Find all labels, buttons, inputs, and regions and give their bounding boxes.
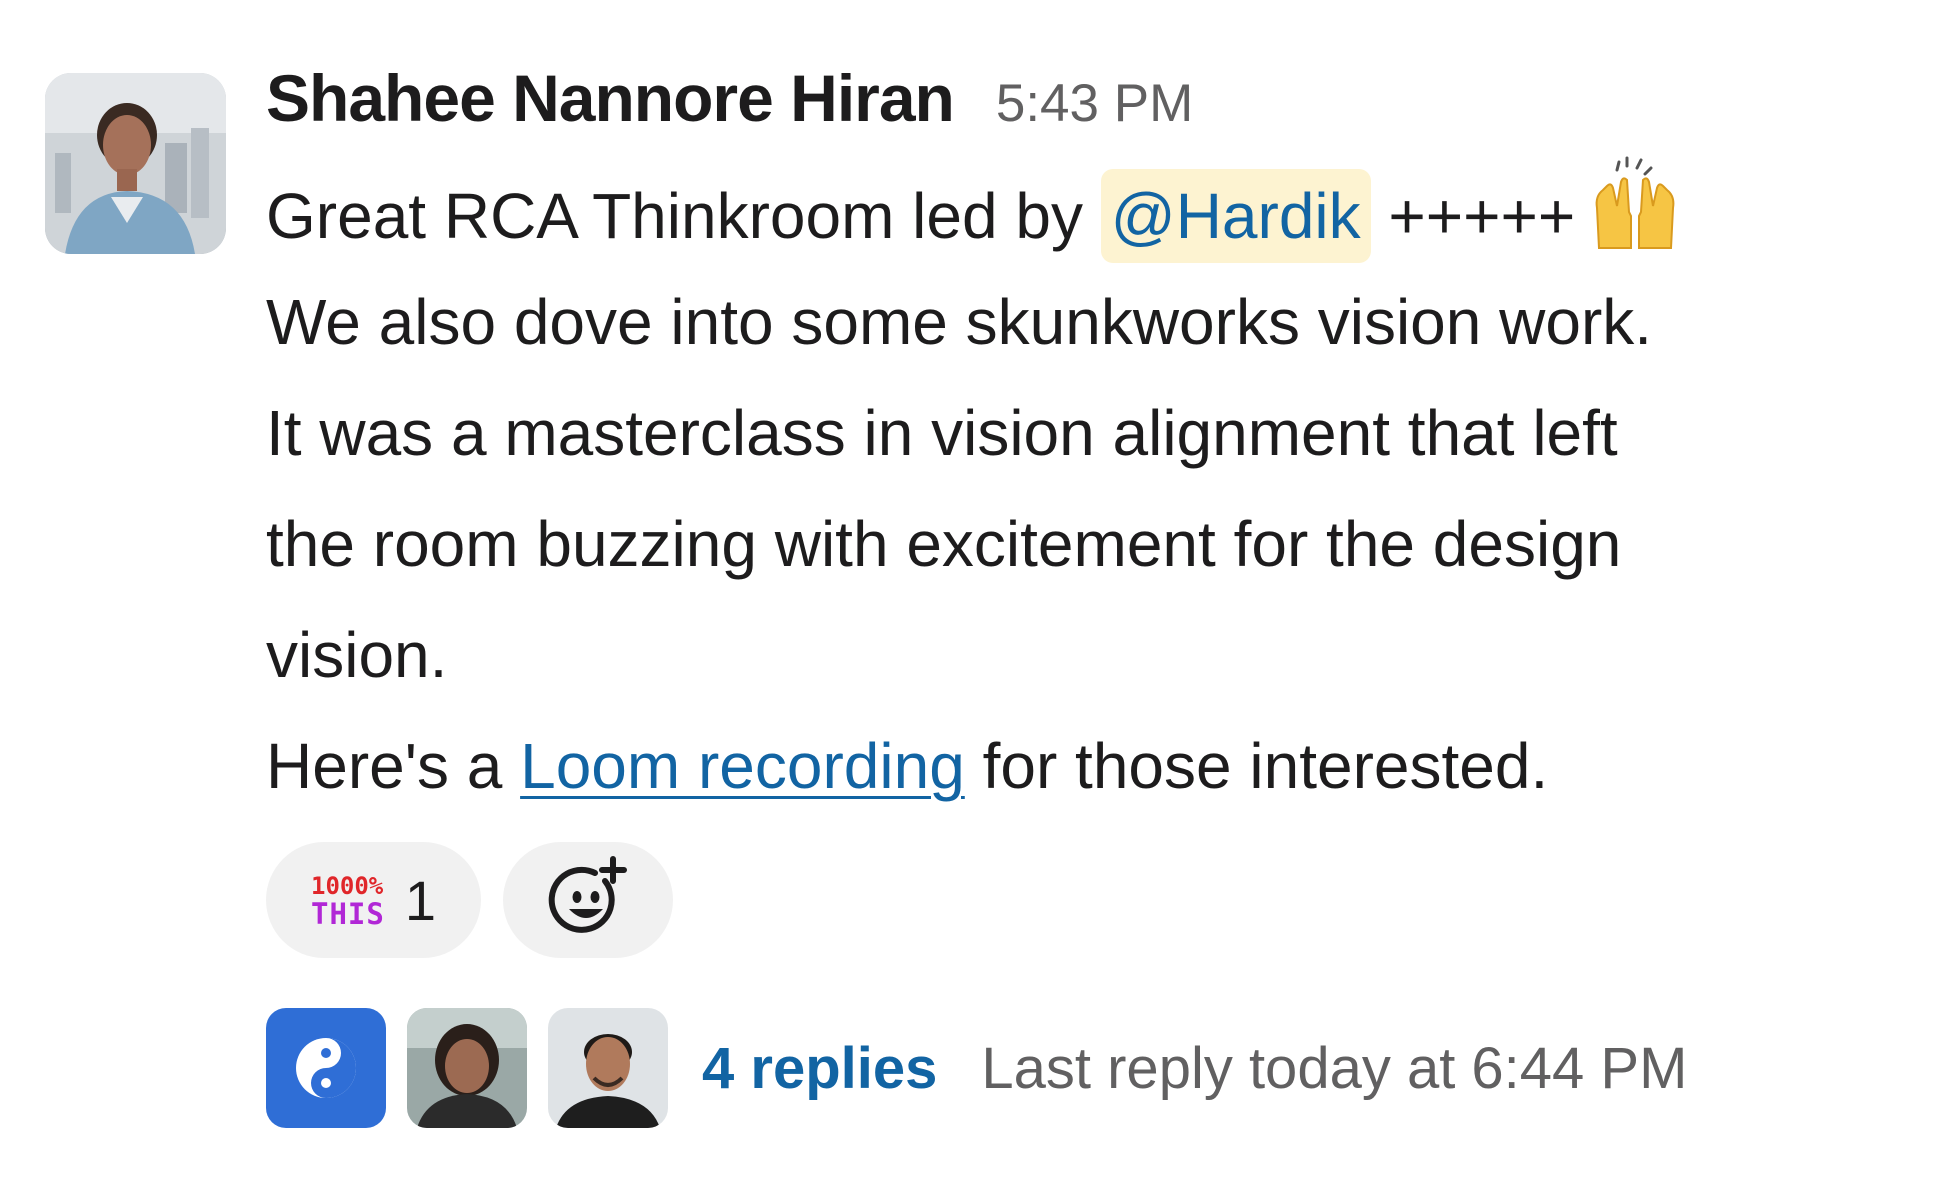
add-reaction-button[interactable]	[503, 842, 673, 958]
message-line-1: Great RCA Thinkroom led by @Hardik +++++	[266, 156, 1926, 267]
message-content: Shahee Nannore Hiran 5:43 PM Great RCA T…	[266, 60, 1926, 1128]
line-1-tail: +++++	[1370, 180, 1576, 252]
line-6-text: Here's a	[266, 730, 521, 802]
message-line-5: vision.	[266, 619, 448, 691]
last-reply-text: Last reply today at 6:44 PM	[981, 1035, 1688, 1101]
loom-recording-link[interactable]: Loom recording	[520, 730, 965, 802]
add-reaction-icon	[543, 853, 633, 948]
reactions-bar: 1000% THIS 1	[266, 840, 1926, 960]
message-body: Great RCA Thinkroom led by @Hardik +++++…	[266, 156, 1926, 822]
thread-summary[interactable]: 4 replies Last reply today at 6:44 PM	[266, 1008, 1926, 1128]
message-line-6: Here's a Loom recording for those intere…	[266, 711, 1926, 822]
this-emoji-top: 1000%	[311, 872, 384, 900]
replies-link[interactable]: 4 replies	[702, 1035, 937, 1102]
message-timestamp[interactable]: 5:43 PM	[996, 73, 1193, 134]
reply-avatar-2	[407, 1008, 527, 1128]
user-mention[interactable]: @Hardik	[1100, 169, 1371, 263]
reaction-1000-this[interactable]: 1000% THIS 1	[266, 842, 481, 958]
reply-avatar-3	[548, 1008, 668, 1128]
line-1-text: Great RCA Thinkroom led by	[266, 180, 1101, 252]
1000-percent-this-icon: 1000% THIS	[311, 872, 385, 931]
message: Shahee Nannore Hiran 5:43 PM Great RCA T…	[0, 0, 1956, 1200]
sender-avatar[interactable]	[45, 73, 226, 254]
this-emoji-bottom: THIS	[311, 897, 385, 931]
sender-name[interactable]: Shahee Nannore Hiran	[266, 60, 955, 136]
reply-avatar-1	[266, 1008, 386, 1128]
reaction-count: 1	[404, 868, 436, 932]
message-line-3: It was a masterclass in vision alignment…	[266, 397, 1618, 469]
message-header: Shahee Nannore Hiran 5:43 PM	[266, 60, 1926, 156]
line-6-tail: for those interested.	[964, 730, 1549, 802]
message-line-4: the room buzzing with excitement for the…	[266, 508, 1622, 580]
